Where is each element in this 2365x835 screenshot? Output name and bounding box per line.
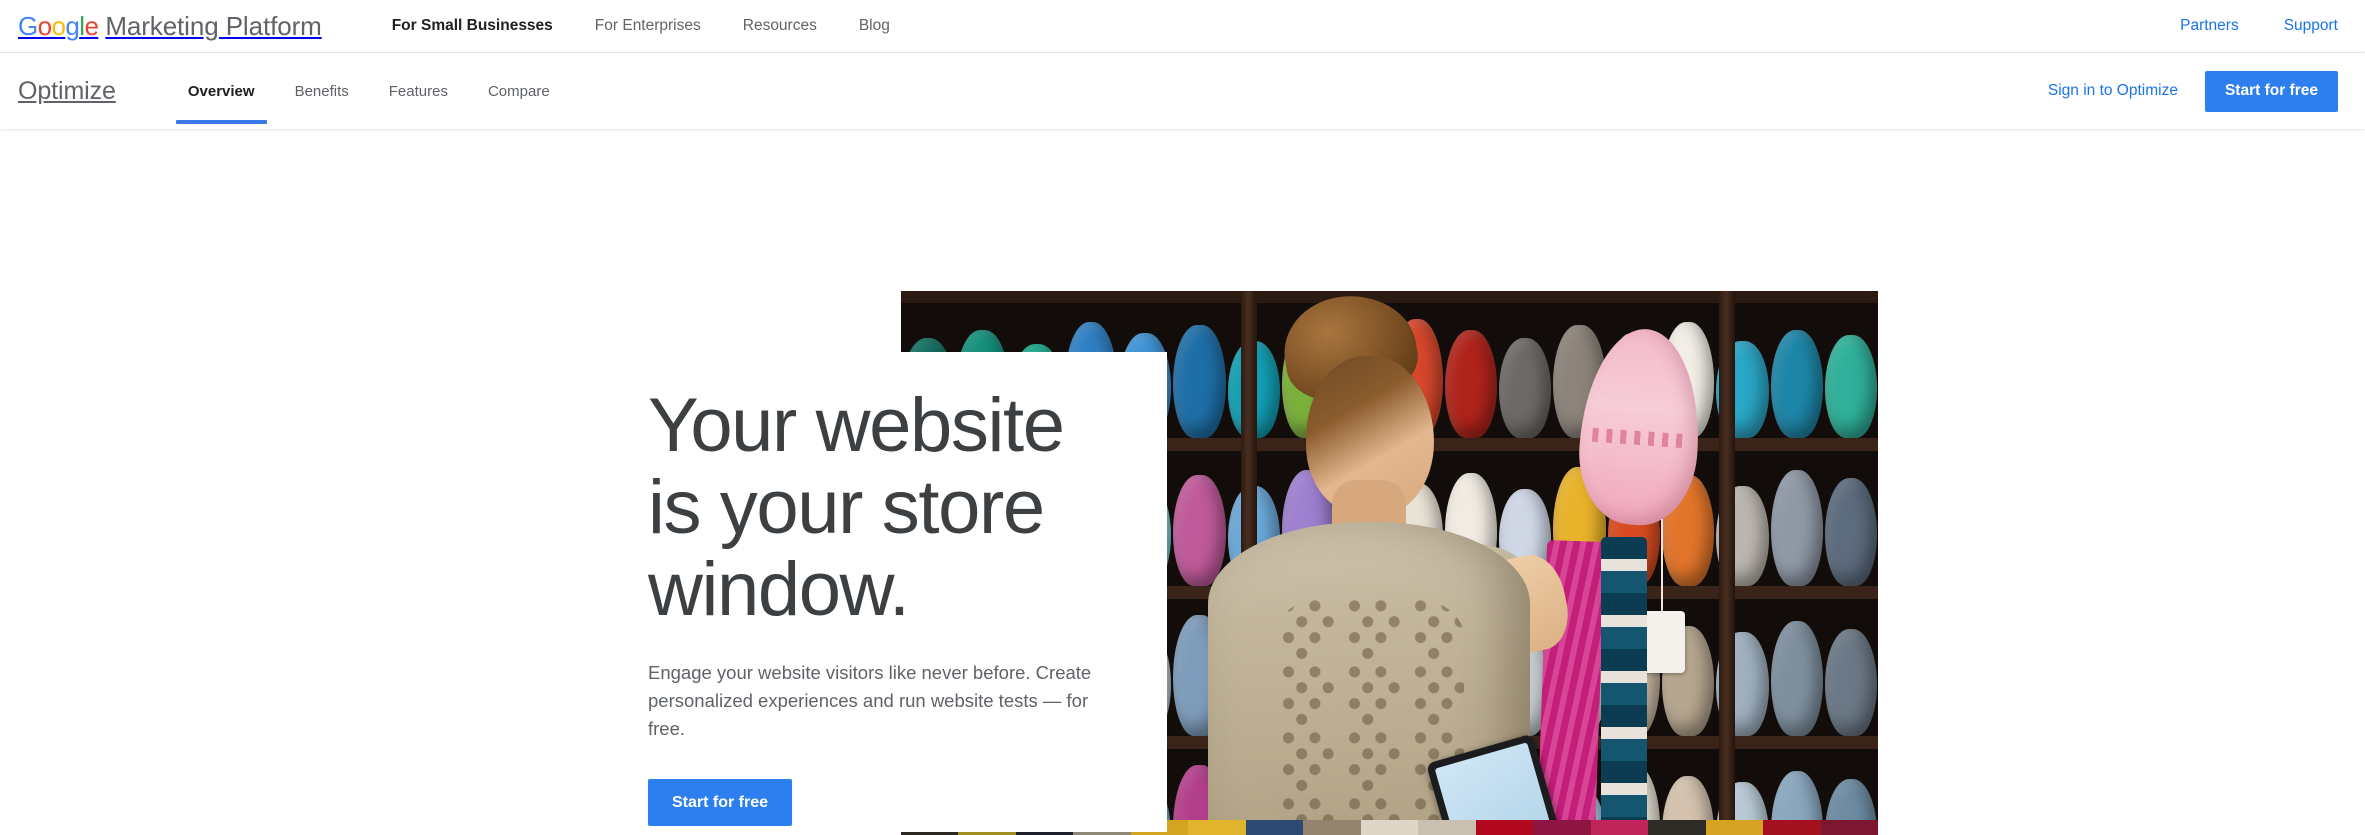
shopper-figure [1156, 291, 1586, 835]
yarn-strip-item [1590, 820, 1649, 835]
yarn-strip-item [1705, 820, 1764, 835]
global-nav: For Small Businesses For Enterprises Res… [392, 17, 890, 35]
yarn-skein [1770, 330, 1823, 438]
tab-compare[interactable]: Compare [468, 53, 570, 129]
yarn-skein [1770, 620, 1823, 736]
yarn-strip-item [1475, 820, 1534, 835]
teal-scarf [1601, 537, 1647, 835]
partners-link[interactable]: Partners [2180, 17, 2239, 35]
google-logo-letter-o1: o [37, 10, 52, 41]
yarn-strip-item [1188, 820, 1246, 835]
yarn-skein [1824, 335, 1878, 438]
tab-features[interactable]: Features [369, 53, 468, 129]
shelf-divider-right [1719, 291, 1735, 835]
global-nav-item-resources[interactable]: Resources [743, 17, 817, 35]
product-header-actions: Sign in to Optimize Start for free [2048, 70, 2338, 112]
yarn-strip-item [1820, 820, 1878, 835]
yarn-strip-item [1245, 820, 1304, 835]
hero-section: Your website is your store window. Engag… [0, 129, 2365, 835]
hero-headline: Your website is your store window. [648, 383, 1065, 632]
yarn-strip-item [1360, 820, 1419, 835]
google-logo-letter-g2: g [65, 10, 80, 41]
yarn-skein [1770, 469, 1823, 586]
hero-subheadline: Engage your website visitors like never … [648, 662, 1092, 739]
tab-overview[interactable]: Overview [168, 53, 275, 129]
price-tag-string [1661, 519, 1663, 615]
start-for-free-button-hero[interactable]: Start for free [648, 779, 793, 826]
google-logo-letter-o2: o [51, 10, 66, 41]
product-tabs: Overview Benefits Features Compare [168, 53, 570, 129]
global-header-actions: Partners Support [2180, 17, 2338, 35]
yarn-strip-item [1418, 820, 1476, 835]
google-logo-letter-e: e [84, 10, 99, 41]
yarn-strip-item [1763, 820, 1821, 835]
product-header: Optimize Overview Benefits Features Comp… [0, 53, 2365, 129]
google-logo-letter-g1: G [18, 10, 38, 41]
support-link[interactable]: Support [2284, 17, 2338, 35]
google-logo: Google [18, 10, 99, 42]
google-marketing-platform-logo[interactable]: Google Marketing Platform [18, 11, 322, 42]
platform-wordmark: Marketing Platform [105, 10, 322, 41]
hero-copy: Your website is your store window. Engag… [648, 385, 1148, 826]
yarn-strip-item [1303, 820, 1361, 835]
product-title-optimize[interactable]: Optimize [18, 77, 116, 106]
global-nav-item-blog[interactable]: Blog [859, 17, 890, 35]
tab-benefits[interactable]: Benefits [275, 53, 369, 129]
global-nav-item-enterprises[interactable]: For Enterprises [595, 17, 701, 35]
yarn-skein [1824, 629, 1878, 736]
yarn-skein [1824, 478, 1878, 586]
global-header: Google Marketing Platform For Small Busi… [0, 0, 2365, 53]
sign-in-to-optimize-link[interactable]: Sign in to Optimize [2048, 82, 2178, 100]
global-nav-item-small-businesses[interactable]: For Small Businesses [392, 17, 553, 35]
start-for-free-button-header[interactable]: Start for free [2204, 70, 2338, 112]
yarn-strip-item [1648, 820, 1706, 835]
yarn-strip-item [1533, 820, 1591, 835]
